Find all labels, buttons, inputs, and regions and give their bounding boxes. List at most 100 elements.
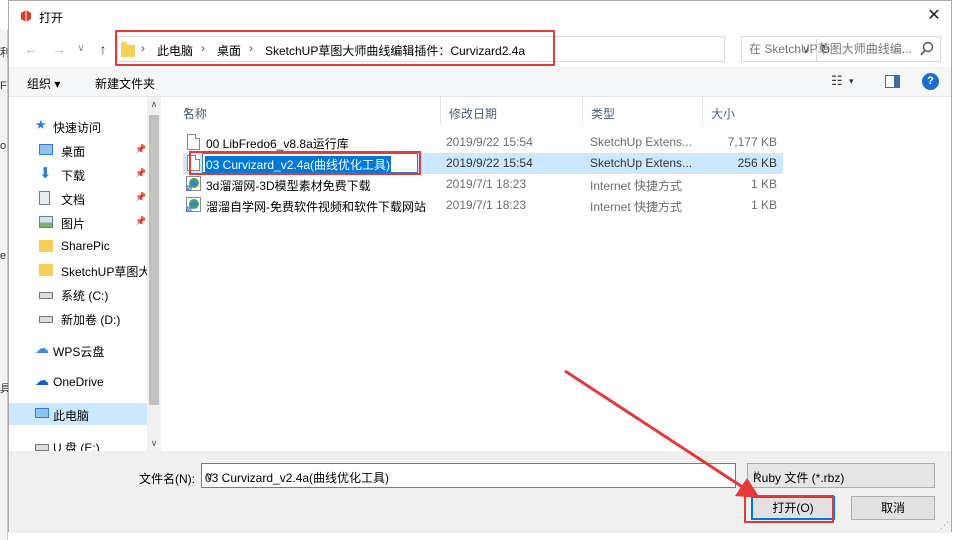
sort-ascending-icon: ∧	[183, 105, 190, 115]
download-icon: ⬇	[39, 165, 52, 182]
scroll-up-icon[interactable]: ∧	[147, 99, 161, 110]
file-size: 1 KB	[750, 198, 777, 212]
sidebar-item-label: SketchUP草图大	[61, 265, 147, 279]
help-icon[interactable]: ?	[922, 73, 939, 90]
column-header-size[interactable]: 大小	[703, 97, 783, 125]
column-header-date[interactable]: 修改日期	[441, 97, 583, 125]
scrollbar-thumb[interactable]	[149, 115, 159, 405]
column-label: 修改日期	[449, 107, 498, 121]
view-options-icon[interactable]: ☷	[831, 73, 843, 89]
background-window-edge: 利 F o e 具	[0, 30, 11, 540]
sidebar-item-pictures[interactable]: 图片 📌	[9, 211, 147, 233]
organize-button[interactable]: 组织 ▾	[27, 75, 60, 92]
close-button[interactable]: ✕	[923, 5, 945, 27]
file-size: 7,177 KB	[727, 135, 777, 149]
folder-icon	[39, 240, 53, 252]
sidebar-item-label: 此电脑	[53, 409, 90, 423]
search-box[interactable]	[741, 36, 941, 62]
new-folder-button[interactable]: 新建文件夹	[95, 75, 155, 92]
sidebar-item-label: 下载	[61, 169, 86, 183]
pin-icon[interactable]: 📌	[135, 144, 146, 155]
address-annotation-box	[115, 30, 555, 66]
sidebar-item-sharepic[interactable]: SharePic	[9, 235, 147, 257]
file-name: 00 LibFredo6_v8.8a运行库	[206, 137, 349, 151]
picture-icon	[39, 216, 53, 228]
filename-field[interactable]: 03 Curvizard_v2.4a(曲线优化工具) ∨	[201, 463, 736, 488]
open-file-dialog: 打开 ✕ ← → ∨ ↑ › 此电脑 › 桌面 › SketchUP草图大师曲线…	[8, 0, 952, 533]
forward-arrow-icon[interactable]: →	[49, 38, 69, 60]
sidebar-item-documents[interactable]: 文档 📌	[9, 187, 147, 209]
sidebar-item-quick-access[interactable]: ★ 快速访问	[9, 115, 147, 137]
file-type: Internet 快捷方式	[590, 179, 683, 193]
search-input[interactable]	[742, 37, 912, 61]
window-title: 打开	[39, 11, 64, 25]
sidebar-item-drive-c[interactable]: 系统 (C:)	[9, 283, 147, 305]
back-arrow-icon[interactable]: ←	[21, 38, 41, 60]
sidebar-item-label: WPS云盘	[53, 345, 105, 359]
file-date: 2019/9/22 15:54	[446, 156, 533, 170]
selected-file-annotation-box	[189, 151, 421, 175]
up-arrow-icon[interactable]: ↑	[93, 38, 113, 60]
drive-icon	[39, 316, 53, 323]
search-icon	[920, 41, 934, 56]
open-button-annotation-box	[744, 495, 834, 523]
sidebar-item-this-pc[interactable]: 此电脑	[9, 403, 147, 425]
sidebar-item-label: 文档	[61, 193, 86, 207]
sidebar-item-label: OneDrive	[53, 375, 104, 389]
sidebar-item-label: 桌面	[61, 145, 86, 159]
pin-icon[interactable]: 📌	[135, 216, 146, 227]
file-size: 1 KB	[750, 177, 777, 191]
sidebar-item-label: 图片	[61, 217, 86, 231]
navigation-pane: ★ 快速访问 桌面 📌 ⬇ 下载 📌 文档 📌 图片 📌 SharePic Sk…	[9, 97, 161, 455]
sidebar-item-wps-cloud[interactable]: ☁ WPS云盘	[9, 339, 147, 361]
column-label: 类型	[591, 107, 616, 121]
recent-locations-chevron-icon[interactable]: ∨	[71, 38, 91, 60]
document-icon	[39, 191, 50, 205]
desktop-icon	[39, 144, 53, 155]
sidebar-item-downloads[interactable]: ⬇ 下载 📌	[9, 163, 147, 185]
pin-icon[interactable]: 📌	[135, 168, 146, 179]
navigation-row: ← → ∨ ↑ › 此电脑 › 桌面 › SketchUP草图大师曲线编辑插件：…	[9, 30, 951, 66]
onedrive-icon: ☁	[35, 372, 49, 388]
column-header-name[interactable]: 名称 ∧	[175, 97, 441, 125]
preview-pane-icon[interactable]	[885, 75, 900, 88]
cancel-button[interactable]: 取消	[851, 496, 935, 520]
table-row[interactable]: 3d溜溜网-3D模型素材免费下载 2019/7/1 18:23 Internet…	[183, 174, 783, 195]
column-header-type[interactable]: 类型	[583, 97, 703, 125]
sidebar-item-label: 快速访问	[53, 121, 102, 135]
sidebar-item-label: SharePic	[61, 239, 110, 253]
pc-icon	[35, 408, 49, 418]
file-size: 256 KB	[737, 156, 777, 170]
sidebar-scrollbar[interactable]: ∧ ∨	[147, 97, 161, 451]
pin-icon[interactable]: 📌	[135, 192, 146, 203]
chevron-down-icon: ∨	[753, 469, 761, 480]
cloud-icon: ☁	[35, 340, 49, 356]
sidebar-item-onedrive[interactable]: ☁ OneDrive	[9, 371, 147, 393]
filetype-select[interactable]: Ruby 文件 (*.rbz) ∨	[747, 463, 935, 488]
file-date: 2019/7/1 18:23	[446, 198, 527, 212]
sidebar-item-sketchup-folder[interactable]: SketchUP草图大	[9, 259, 147, 281]
sketchup-app-icon	[21, 10, 31, 22]
view-dropdown-icon[interactable]: ▾	[849, 76, 854, 87]
sidebar-item-desktop[interactable]: 桌面 📌	[9, 139, 147, 161]
file-name: 溜溜自学网-免费软件视频和软件下载网站	[206, 200, 426, 214]
file-type: SketchUp Extens...	[590, 135, 693, 149]
file-type: SketchUp Extens...	[590, 156, 693, 170]
resize-grip-icon[interactable]: ⋰	[940, 520, 949, 531]
usb-drive-icon	[35, 444, 49, 451]
link-icon	[186, 197, 201, 212]
command-toolbar: 组织 ▾ 新建文件夹 ☷ ▾ ?	[9, 67, 951, 97]
star-icon: ★	[35, 117, 47, 132]
chevron-down-icon[interactable]: ∨	[205, 469, 732, 483]
file-date: 2019/7/1 18:23	[446, 177, 527, 191]
column-label: 大小	[711, 107, 736, 121]
table-row[interactable]: 00 LibFredo6_v8.8a运行库 2019/9/22 15:54 Sk…	[183, 132, 783, 153]
table-row[interactable]: 溜溜自学网-免费软件视频和软件下载网站 2019/7/1 18:23 Inter…	[183, 195, 783, 216]
drive-icon	[39, 292, 53, 299]
file-icon	[187, 134, 200, 150]
file-date: 2019/9/22 15:54	[446, 135, 533, 149]
sidebar-item-label: 系统 (C:)	[61, 289, 109, 303]
folder-icon	[39, 264, 53, 276]
scroll-down-icon[interactable]: ∨	[147, 438, 161, 449]
sidebar-item-drive-d[interactable]: 新加卷 (D:)	[9, 307, 147, 329]
